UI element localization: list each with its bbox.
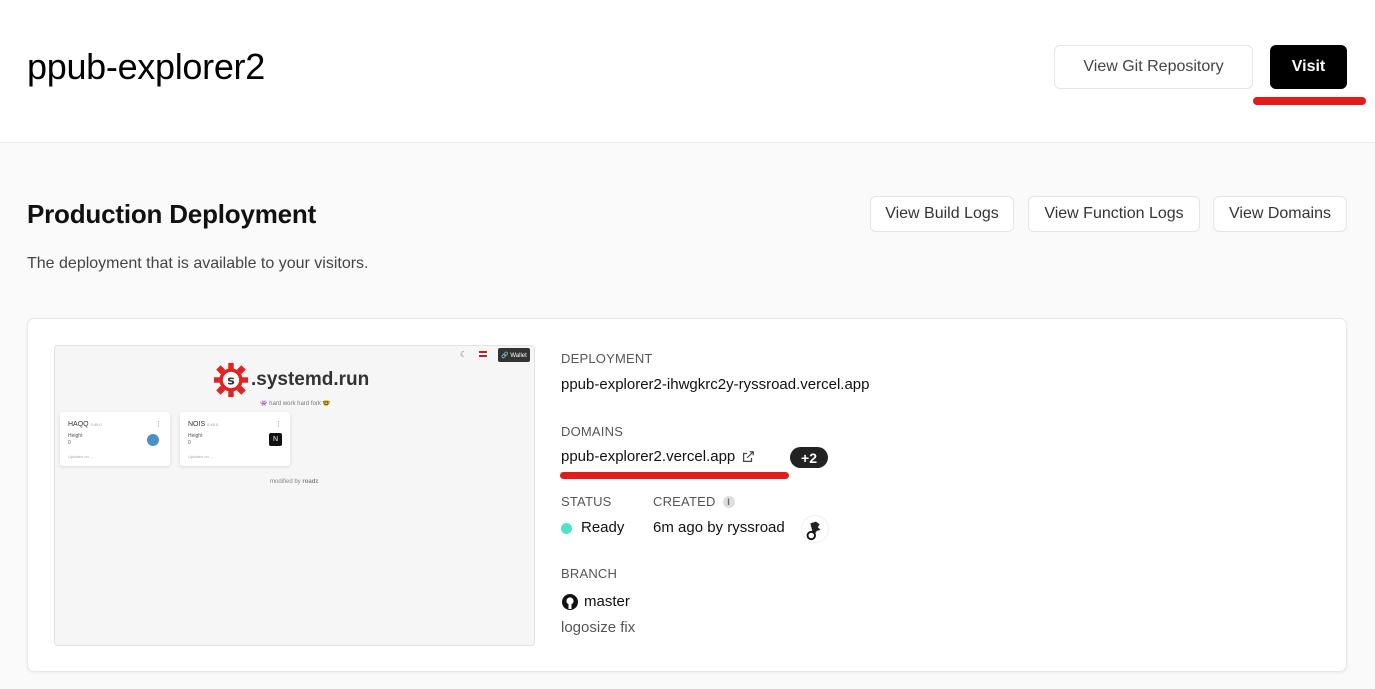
- preview-modified-author: roadz: [302, 479, 319, 485]
- domain-link[interactable]: ppub-explorer2.vercel.app: [561, 448, 755, 465]
- tile-version: 0.49.0: [90, 422, 102, 427]
- preview-tagline: 👾 hard work hard fork 🤓: [260, 401, 330, 407]
- annotation-underline-visit: [1253, 97, 1366, 105]
- preview-tile: NOIS 0.49.0 ⋮ Height 0 N Updated on ...: [180, 412, 290, 466]
- section-title: Production Deployment: [27, 199, 317, 229]
- github-icon: [562, 594, 578, 610]
- tile-name: NOIS: [188, 421, 206, 428]
- branch-link[interactable]: master: [584, 593, 630, 610]
- svg-text:s: s: [227, 373, 235, 388]
- created-value: 6m ago by ryssroad: [653, 519, 785, 536]
- avatar[interactable]: [801, 515, 829, 543]
- project-title: ppub-explorer2: [27, 46, 265, 87]
- kebab-menu-icon: ⋮: [275, 421, 282, 428]
- moon-icon: ☾: [460, 350, 468, 359]
- view-function-logs-button[interactable]: View Function Logs: [1028, 196, 1200, 232]
- preview-wallet-button: 🔗 Wallet: [498, 348, 530, 362]
- info-icon[interactable]: i: [722, 495, 735, 508]
- preview-logo-text: .systemd.run: [251, 369, 370, 390]
- domains-label: DOMAINS: [561, 424, 624, 439]
- status-value: Ready: [581, 519, 625, 536]
- section-subtitle: The deployment that is available to your…: [27, 255, 369, 272]
- preview-tile: HAQQ 0.49.0 ⋮ Height 0 Updated on ...: [60, 412, 170, 466]
- domain-link-text: ppub-explorer2.vercel.app: [561, 448, 736, 465]
- nois-logo-icon: N: [269, 433, 282, 446]
- view-git-repository-button[interactable]: View Git Repository: [1054, 45, 1253, 89]
- preview-logo: s .systemd.run: [213, 362, 369, 398]
- tile-footer: Updated on ...: [68, 454, 94, 459]
- gear-logo-icon: s: [213, 362, 249, 398]
- deployment-label: DEPLOYMENT: [561, 351, 653, 366]
- preview-modified: modified by roadz: [270, 479, 319, 485]
- tile-version: 0.49.0: [207, 422, 219, 427]
- status-label: STATUS: [561, 494, 612, 509]
- project-header: ppub-explorer2 View Git Repository Visit: [0, 0, 1375, 143]
- deployment-preview-thumbnail[interactable]: ☾ 🔗 Wallet s .systemd.run 👾 hard work ha…: [54, 345, 535, 646]
- kebab-menu-icon: ⋮: [155, 421, 162, 428]
- commit-message[interactable]: logosize fix: [561, 619, 635, 636]
- branch-label: BRANCH: [561, 566, 618, 581]
- tile-meta-value: 0: [68, 440, 71, 446]
- more-domains-badge[interactable]: +2: [790, 447, 828, 468]
- tile-name: HAQQ: [68, 421, 89, 428]
- tile-meta-value: 0: [188, 440, 191, 446]
- status-indicator-dot: [561, 523, 572, 534]
- annotation-underline-domain: [560, 472, 789, 479]
- tile-meta-label: Height: [188, 433, 203, 439]
- tile-meta-label: Height: [68, 433, 83, 439]
- deployment-url-link[interactable]: ppub-explorer2-ihwgkrc2y-ryssroad.vercel…: [561, 376, 869, 393]
- view-build-logs-button[interactable]: View Build Logs: [870, 196, 1014, 232]
- view-domains-button[interactable]: View Domains: [1213, 196, 1347, 232]
- chain-icon: [147, 434, 159, 446]
- tile-footer: Updated on ...: [188, 454, 214, 459]
- created-label: CREATED i: [653, 494, 735, 509]
- flag-icon: [479, 351, 487, 357]
- external-link-icon: [743, 450, 755, 462]
- visit-button[interactable]: Visit: [1270, 45, 1347, 89]
